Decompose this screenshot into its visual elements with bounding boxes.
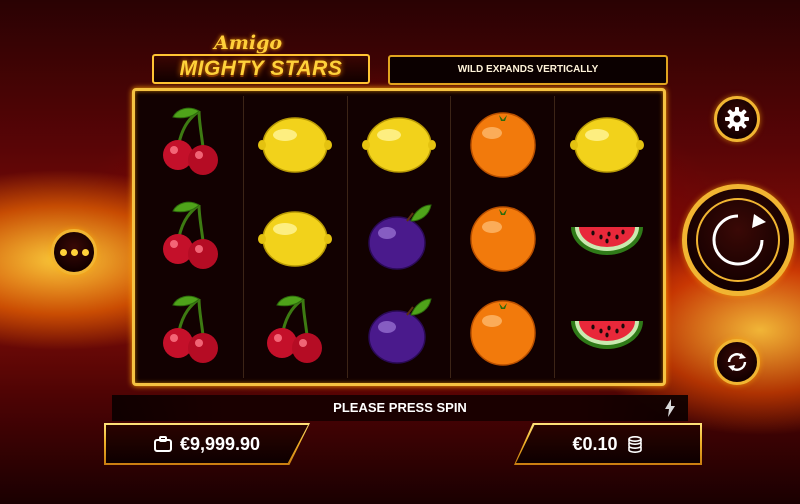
watermelon-symbol: [567, 197, 647, 277]
orange-symbol: [463, 103, 543, 183]
cherry-symbol: [151, 291, 231, 371]
bet-panel[interactable]: €0.10: [514, 423, 702, 465]
status-bar: PLEASE PRESS SPIN: [112, 395, 688, 421]
briefcase-icon: [153, 436, 172, 452]
spin-button[interactable]: [682, 184, 794, 296]
reel-2: [242, 96, 347, 378]
game-logo: Amigo MIGHTY STARS: [150, 32, 372, 84]
orange-symbol: [463, 197, 543, 277]
reels-grid: [140, 96, 658, 378]
autoplay-icon: [727, 353, 747, 371]
lightning-icon[interactable]: [664, 399, 676, 417]
reel-3: [346, 96, 451, 378]
menu-button[interactable]: [51, 229, 97, 275]
gear-icon: [725, 107, 749, 131]
cherry-symbol: [151, 197, 231, 277]
reel-4: [450, 96, 554, 378]
more-dots-icon: [59, 248, 89, 256]
lemon-symbol: [255, 197, 335, 277]
status-message: PLEASE PRESS SPIN: [333, 400, 467, 415]
cherry-symbol: [255, 291, 335, 371]
balance-panel: €9,999.90: [104, 423, 310, 465]
autoplay-button[interactable]: [714, 339, 760, 385]
spin-button-inner: [696, 198, 780, 282]
reels-frame: [132, 88, 666, 386]
reel-5: [554, 96, 658, 378]
watermelon-symbol: [567, 291, 647, 371]
feature-banner: WILD EXPANDS VERTICALLY: [388, 55, 668, 85]
settings-button[interactable]: [714, 96, 760, 142]
lemon-symbol: [255, 103, 335, 183]
bet-value: €0.10: [572, 433, 618, 454]
spin-arrow-icon: [712, 214, 766, 266]
lemon-symbol: [567, 103, 647, 183]
orange-symbol: [463, 291, 543, 371]
logo-mighty-stars: MIGHTY STARS: [152, 54, 370, 84]
reel-1: [140, 96, 243, 378]
plum-symbol: [359, 291, 439, 371]
balance-value: €9,999.90: [179, 433, 261, 454]
cherry-symbol: [151, 103, 231, 183]
coin-stack-icon: [627, 435, 642, 453]
logo-amigo: Amigo: [214, 32, 283, 54]
plum-symbol: [359, 197, 439, 277]
lemon-symbol: [359, 103, 439, 183]
